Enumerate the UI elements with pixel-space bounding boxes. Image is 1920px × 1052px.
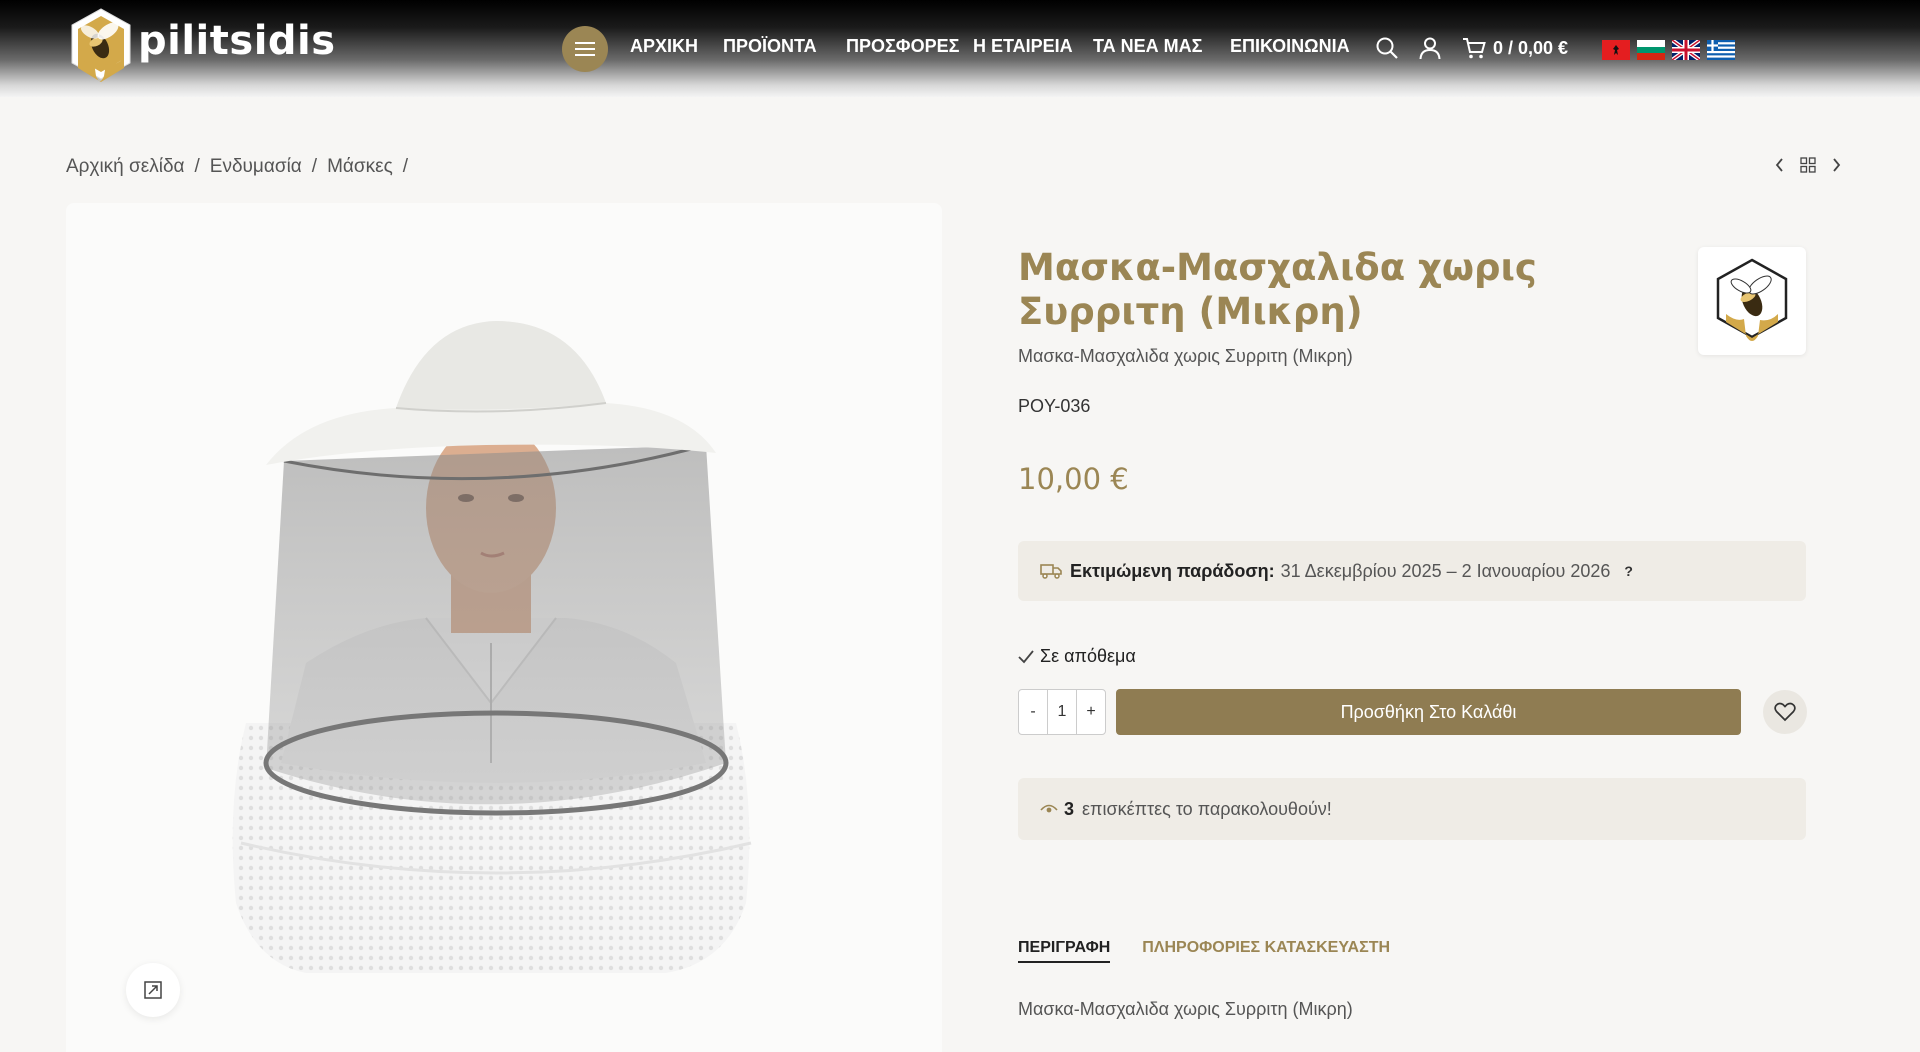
nav-contact[interactable]: ΕΠΙΚΟΙΝΩΝΙΑ bbox=[1230, 36, 1350, 57]
tab-manufacturer-info[interactable]: ΠΛΗΡΟΦΟΡΙΕΣ ΚΑΤΑΣΚΕΥΑΣΤΗ bbox=[1142, 939, 1390, 963]
nav-offers[interactable]: ΠΡΟΣΦΟΡΕΣ bbox=[846, 36, 959, 57]
breadcrumb-clothing[interactable]: Ενδυμασία bbox=[210, 156, 302, 178]
delivery-truck-icon bbox=[1040, 564, 1062, 579]
nav-products[interactable]: ΠΡΟΪΟΝΤΑ bbox=[723, 36, 817, 57]
description-text: Μασκα-Μασχαλιδα χωρις Συρριτη (Μικρη) bbox=[1018, 999, 1353, 1019]
site-header: pilitsidis ΑΡΧΙΚΗ ΠΡΟΪΟΝΤΑ ΠΡΟΣΦΟΡΕΣ Η Ε… bbox=[0, 0, 1920, 97]
breadcrumb-separator: / bbox=[194, 156, 200, 177]
nav-home[interactable]: ΑΡΧΙΚΗ bbox=[630, 36, 698, 57]
delivery-help-icon[interactable]: ? bbox=[1624, 563, 1633, 579]
nav-company[interactable]: Η ΕΤΑΙΡΕΙΑ bbox=[973, 36, 1073, 57]
grid-icon[interactable] bbox=[1800, 157, 1816, 173]
product-navigation bbox=[1774, 157, 1842, 173]
product-sku: POY-036 bbox=[1018, 396, 1091, 416]
user-account-icon[interactable] bbox=[1418, 36, 1442, 60]
quantity-stepper: - 1 + bbox=[1018, 689, 1106, 735]
checkmark-icon bbox=[1018, 649, 1034, 663]
live-visitors: 3 επισκέπτες το παρακολουθούν! bbox=[1018, 778, 1806, 840]
nav-news[interactable]: ΤΑ ΝΕΑ ΜΑΣ bbox=[1093, 36, 1202, 57]
bulgaria-flag-icon[interactable] bbox=[1637, 40, 1665, 60]
product-image bbox=[232, 321, 752, 973]
qty-input[interactable]: 1 bbox=[1047, 690, 1077, 734]
enlarge-image-button[interactable] bbox=[126, 963, 180, 1017]
delivery-label: Εκτιμώμενη παράδοση: bbox=[1070, 560, 1275, 581]
chevron-right-icon[interactable] bbox=[1830, 157, 1842, 173]
hamburger-menu-button[interactable] bbox=[562, 26, 608, 72]
greece-flag-icon[interactable] bbox=[1707, 40, 1735, 60]
brand-logo[interactable] bbox=[1698, 247, 1806, 355]
site-logo[interactable]: pilitsidis bbox=[66, 6, 336, 90]
visitors-count: 3 bbox=[1064, 798, 1075, 819]
breadcrumb-home[interactable]: Αρχική σελίδα bbox=[66, 156, 185, 178]
product-image-panel[interactable] bbox=[66, 203, 942, 1052]
breadcrumb-separator: / bbox=[311, 156, 318, 177]
wishlist-button[interactable] bbox=[1763, 690, 1807, 734]
breadcrumb-separator: / bbox=[402, 156, 409, 177]
search-icon[interactable] bbox=[1375, 36, 1399, 60]
breadcrumb: Αρχική σελίδα / Ενδυμασία / Μάσκες / bbox=[66, 156, 408, 178]
cart-total[interactable]: 0 / 0,00 € bbox=[1493, 38, 1568, 59]
cart-icon[interactable] bbox=[1462, 36, 1486, 60]
qty-decrease-button[interactable]: - bbox=[1019, 690, 1047, 734]
uk-flag-icon[interactable] bbox=[1672, 40, 1700, 60]
stock-text: Σε απόθεμα bbox=[1040, 646, 1136, 666]
visitors-text: επισκέπτες το παρακολουθούν! bbox=[1082, 798, 1332, 819]
add-to-cart-button[interactable]: Προσθήκη Στο Καλάθι bbox=[1116, 689, 1741, 735]
bee-brand-icon bbox=[1716, 258, 1788, 341]
estimated-delivery: Εκτιμώμενη παράδοση: 31 Δεκεμβρίου 2025 … bbox=[1018, 541, 1806, 601]
tab-description[interactable]: ΠΕΡΙΓΡΑΦΗ bbox=[1018, 939, 1111, 963]
bee-logo-icon bbox=[71, 8, 131, 82]
breadcrumb-masks[interactable]: Μάσκες bbox=[327, 156, 393, 178]
product-subtitle: Μασκα-Μασχαλιδα χωρις Συρριτη (Μικρη) bbox=[1018, 346, 1353, 366]
delivery-dates: 31 Δεκεμβρίου 2025 – 2 Ιανουαρίου 2026 bbox=[1280, 560, 1611, 581]
expand-icon bbox=[144, 981, 162, 999]
albania-flag-icon[interactable] bbox=[1602, 40, 1630, 60]
product-price: 10,00 € bbox=[1018, 462, 1129, 496]
stock-status: Σε απόθεμα bbox=[1018, 646, 1136, 667]
logo-text: pilitsidis bbox=[138, 18, 336, 64]
qty-increase-button[interactable]: + bbox=[1077, 690, 1105, 734]
product-title: Μασκα-Μασχαλιδα χωρις Συρριτη (Μικρη) bbox=[1018, 246, 1537, 333]
chevron-left-icon[interactable] bbox=[1774, 157, 1786, 173]
heart-icon bbox=[1774, 702, 1796, 722]
product-tabs: ΠΕΡΙΓΡΑΦΗ ΠΛΗΡΟΦΟΡΙΕΣ ΚΑΤΑΣΚΕΥΑΣΤΗ bbox=[1018, 939, 1390, 963]
eye-icon bbox=[1040, 804, 1058, 813]
menu-icon bbox=[575, 42, 595, 56]
